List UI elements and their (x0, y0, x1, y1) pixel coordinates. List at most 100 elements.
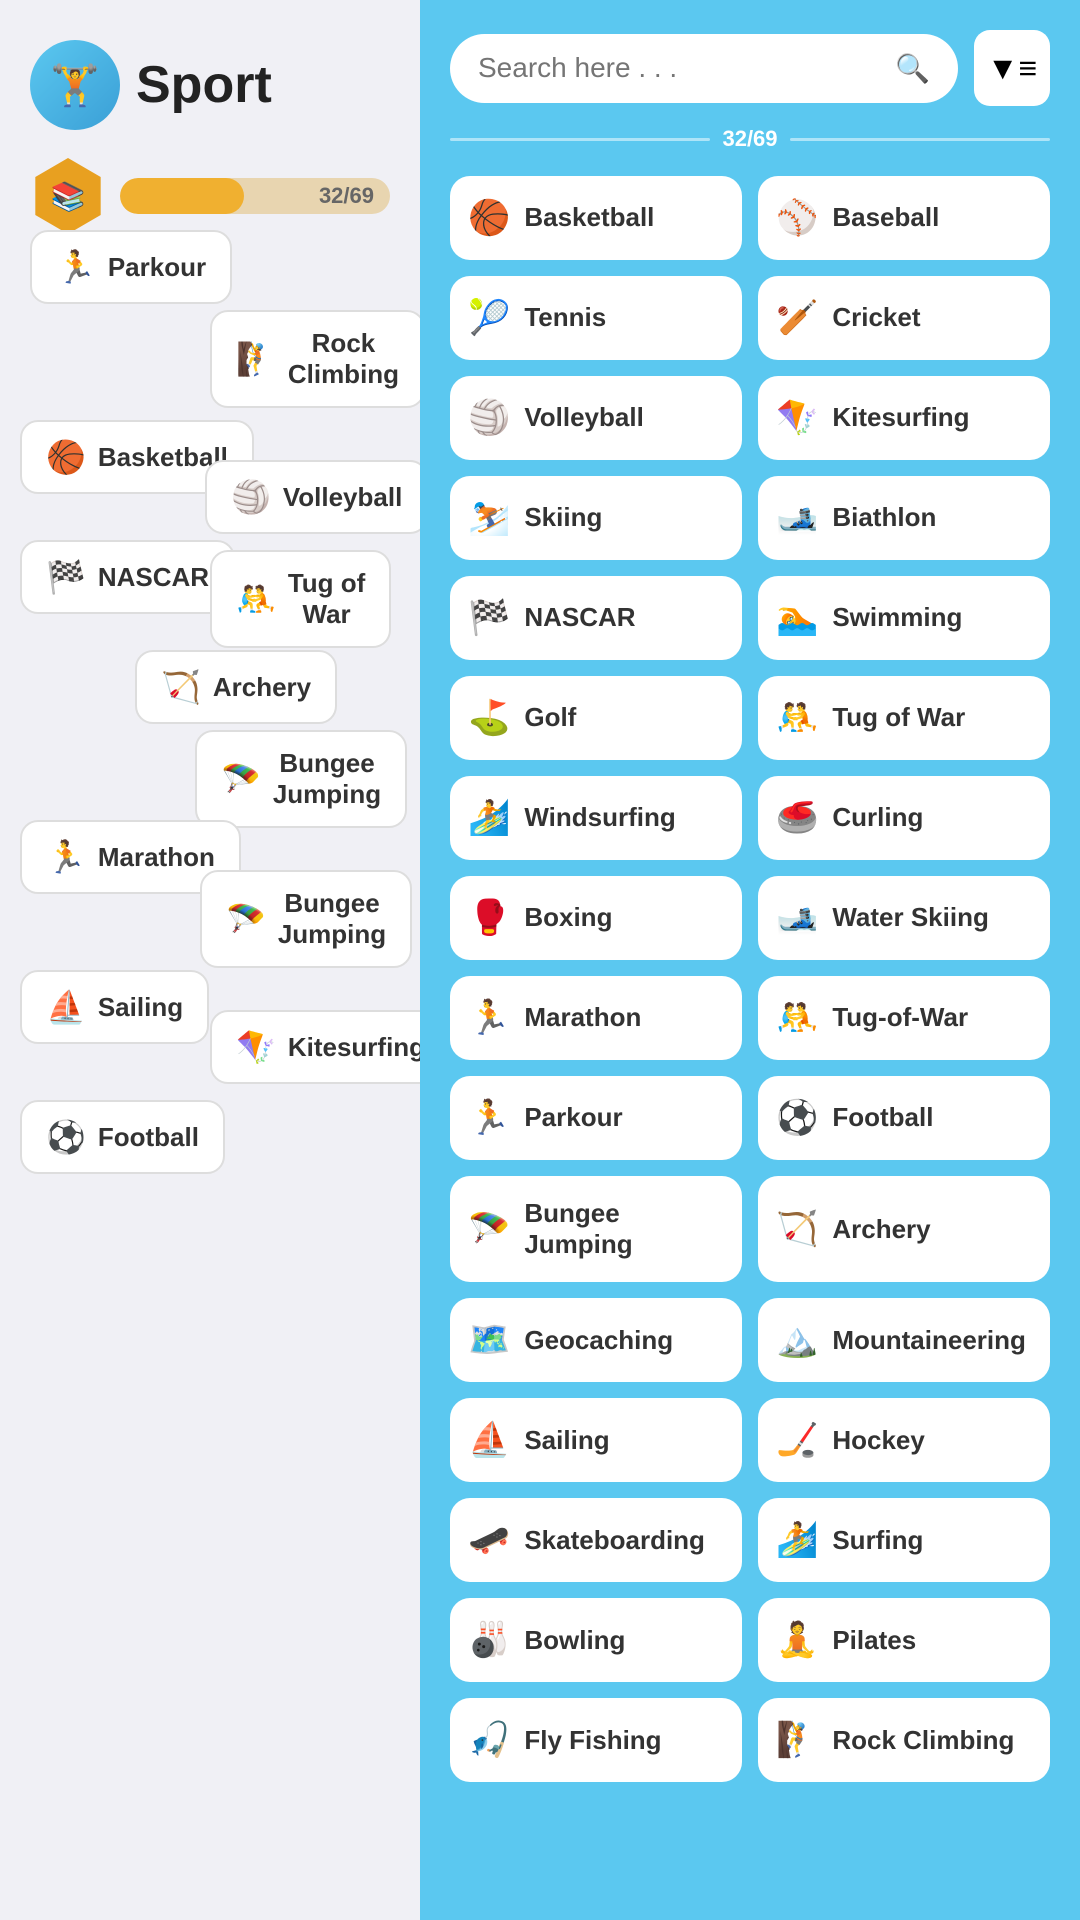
grid-item-marathon[interactable]: 🏃Marathon (450, 976, 742, 1060)
grid-item-tug-of-war-2[interactable]: 🤼Tug-of-War (758, 976, 1050, 1060)
left-item-nascar[interactable]: 🏁 NASCAR (20, 540, 235, 614)
search-input[interactable] (478, 52, 883, 84)
curling-grid-label: Curling (832, 802, 923, 833)
progress-container: 📚 32/69 (30, 158, 390, 234)
app-title: Sport (136, 55, 272, 115)
grid-item-hockey[interactable]: 🏒Hockey (758, 1398, 1050, 1482)
search-input-wrapper[interactable]: 🔍 (450, 34, 958, 103)
football-label: Football (98, 1122, 199, 1153)
bungee-jumping-grid-icon: 🪂 (468, 1209, 510, 1249)
grid-item-baseball[interactable]: ⚾Baseball (758, 176, 1050, 260)
grid-item-mountaineering[interactable]: 🏔️Mountaineering (758, 1298, 1050, 1382)
boxing-grid-label: Boxing (524, 902, 612, 933)
tug-of-war-2-grid-icon: 🤼 (776, 998, 818, 1038)
grid-item-tug-of-war[interactable]: 🤼Tug of War (758, 676, 1050, 760)
grid-item-pilates[interactable]: 🧘Pilates (758, 1598, 1050, 1682)
archery-icon: 🏹 (161, 668, 201, 706)
tug-of-war-grid-label: Tug of War (832, 702, 965, 733)
grid-item-parkour[interactable]: 🏃Parkour (450, 1076, 742, 1160)
left-item-bungee-2[interactable]: 🪂 BungeeJumping (200, 870, 412, 968)
prog-label: 32/69 (722, 126, 777, 152)
app-header: 🏋️ Sport (30, 40, 390, 130)
left-item-parkour[interactable]: 🏃 Parkour (30, 230, 232, 304)
grid-item-windsurfing[interactable]: 🏄Windsurfing (450, 776, 742, 860)
grid-item-cricket[interactable]: 🏏Cricket (758, 276, 1050, 360)
biathlon-grid-label: Biathlon (832, 502, 936, 533)
grid-item-kitesurfing[interactable]: 🪁Kitesurfing (758, 376, 1050, 460)
nascar-label: NASCAR (98, 562, 209, 593)
grid-item-tennis[interactable]: 🎾Tennis (450, 276, 742, 360)
sailing-label: Sailing (98, 992, 183, 1023)
pilates-grid-label: Pilates (832, 1625, 916, 1656)
golf-grid-label: Golf (524, 702, 576, 733)
left-item-kitesurfing[interactable]: 🪁 Kitesurfing (210, 1010, 420, 1084)
left-item-tug-of-war[interactable]: 🤼 Tug ofWar (210, 550, 391, 648)
bowling-grid-label: Bowling (524, 1625, 625, 1656)
grid-item-basketball[interactable]: 🏀 Basketball (450, 176, 742, 260)
filter-button[interactable]: ▼≡ (974, 30, 1050, 106)
grid-item-skiing[interactable]: ⛷️ Skiing (450, 476, 742, 560)
marathon-grid-icon: 🏃 (468, 998, 510, 1038)
marathon-icon: 🏃 (46, 838, 86, 876)
grid-item-nascar[interactable]: 🏁NASCAR (450, 576, 742, 660)
left-item-bungee-1[interactable]: 🪂 BungeeJumping (195, 730, 407, 828)
sailing-grid-label: Sailing (524, 1425, 609, 1456)
archery-label: Archery (213, 672, 311, 703)
football-grid-icon: ⚽ (776, 1098, 818, 1138)
kitesurfing-grid-icon: 🪁 (776, 398, 818, 438)
grid-item-rock-climbing[interactable]: 🧗Rock Climbing (758, 1698, 1050, 1782)
swimming-grid-label: Swimming (832, 602, 962, 633)
tennis-grid-icon: 🎾 (468, 298, 510, 338)
left-item-archery[interactable]: 🏹 Archery (135, 650, 337, 724)
grid-item-surfing[interactable]: 🏄Surfing (758, 1498, 1050, 1582)
progress-bar-wrapper: 32/69 (120, 178, 390, 214)
skiing-grid-label: Skiing (524, 502, 602, 533)
bungee-2-icon: 🪂 (226, 900, 266, 938)
rock-climbing-grid-label: Rock Climbing (832, 1725, 1014, 1756)
left-item-football[interactable]: ⚽ Football (20, 1100, 225, 1174)
cricket-grid-icon: 🏏 (776, 298, 818, 338)
grid-item-sailing[interactable]: ⛵ Sailing (450, 1398, 742, 1482)
sailing-grid-icon: ⛵ (468, 1420, 510, 1460)
sports-grid: 🏀 Basketball ⚾Baseball🎾Tennis🏏Cricket🏐Voll… (450, 176, 1050, 1782)
rock-climbing-icon: 🧗 (236, 340, 276, 378)
rock-climbing-label: RockClimbing (288, 328, 399, 390)
tug-of-war-icon: 🤼 (236, 580, 276, 618)
grid-item-skateboarding[interactable]: 🛹Skateboarding (450, 1498, 742, 1582)
progress-badge: 📚 (30, 158, 106, 234)
basketball-grid-label: Basketball (524, 202, 654, 233)
grid-item-football[interactable]: ⚽Football (758, 1076, 1050, 1160)
grid-item-biathlon[interactable]: 🎿Biathlon (758, 476, 1050, 560)
basketball-grid-icon: 🏀 (468, 198, 510, 238)
grid-item-water-skiing[interactable]: 🎿 Water Skiing (758, 876, 1050, 960)
grid-item-golf[interactable]: ⛳Golf (450, 676, 742, 760)
water-skiing-grid-icon: 🎿 (776, 898, 818, 938)
grid-item-curling[interactable]: 🥌Curling (758, 776, 1050, 860)
right-panel: 🔍 ▼≡ 32/69 🏀Basketball⚾Baseball🎾Tennis🏏C… (420, 0, 1080, 1920)
skiing-grid-icon: ⛷️ (468, 498, 510, 538)
grid-item-boxing[interactable]: 🥊 Boxing (450, 876, 742, 960)
app-logo: 🏋️ (30, 40, 120, 130)
grid-item-swimming[interactable]: 🏊Swimming (758, 576, 1050, 660)
bungee-jumping-grid-label: Bungee Jumping (524, 1198, 724, 1260)
grid-item-archery[interactable]: 🏹Archery (758, 1176, 1050, 1282)
football-icon: ⚽ (46, 1118, 86, 1156)
nascar-icon: 🏁 (46, 558, 86, 596)
grid-item-geocaching[interactable]: 🗺️Geocaching (450, 1298, 742, 1382)
progress-text: 32/69 (319, 183, 374, 209)
grid-item-fly-fishing[interactable]: 🎣Fly Fishing (450, 1698, 742, 1782)
skateboarding-grid-icon: 🛹 (468, 1520, 510, 1560)
grid-item-bungee-jumping[interactable]: 🪂 Bungee Jumping (450, 1176, 742, 1282)
bungee-1-icon: 🪂 (221, 760, 261, 798)
grid-item-bowling[interactable]: 🎳Bowling (450, 1598, 742, 1682)
left-item-sailing[interactable]: ⛵ Sailing (20, 970, 209, 1044)
left-item-volleyball[interactable]: 🏐 Volleyball (205, 460, 420, 534)
progress-indicator: 32/69 (450, 126, 1050, 152)
left-item-rock-climbing[interactable]: 🧗 RockClimbing (210, 310, 420, 408)
archery-grid-icon: 🏹 (776, 1209, 818, 1249)
boxing-grid-icon: 🥊 (468, 898, 510, 938)
water-skiing-grid-label: Water Skiing (832, 902, 989, 933)
surfing-grid-label: Surfing (832, 1525, 923, 1556)
baseball-grid-label: Baseball (832, 202, 939, 233)
grid-item-volleyball[interactable]: 🏐Volleyball (450, 376, 742, 460)
